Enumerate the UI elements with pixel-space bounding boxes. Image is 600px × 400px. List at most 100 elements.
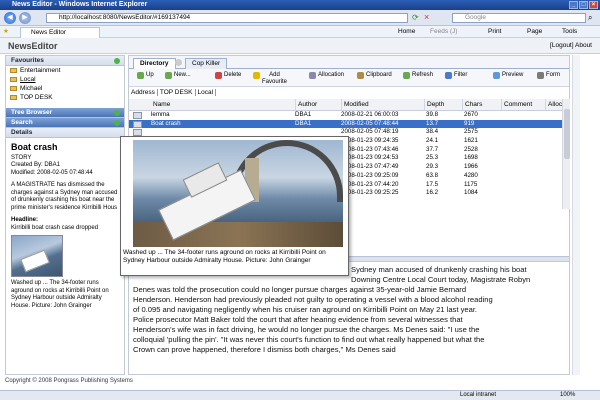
browser-tab-label: News Editor <box>31 29 67 36</box>
cell-modified: 2008-01-23 09:25:09 <box>341 171 399 179</box>
browser-tab[interactable]: News Editor <box>20 27 100 38</box>
favourite-item[interactable]: Michael <box>6 84 124 93</box>
story-line: colloquial 'pulling the pin'. "It was ne… <box>133 335 485 344</box>
add-favourite-button[interactable]: Add Favourite <box>253 72 287 85</box>
col-author[interactable]: Author <box>295 99 317 111</box>
up-button[interactable]: Up <box>137 72 154 79</box>
table-row[interactable]: lemma DBA1 2008-02-21 06:00:03 39.8 2670 <box>129 111 562 120</box>
zoom-level[interactable]: 100% <box>560 391 575 400</box>
expand-icon[interactable] <box>114 110 120 116</box>
cell-chars: 2670 <box>464 111 478 118</box>
favourite-item[interactable]: TOP DESK <box>6 93 124 102</box>
breadcrumb-local[interactable]: Local <box>197 89 217 96</box>
page-scrollbar[interactable] <box>572 55 580 375</box>
address-bar: ◀ ▶ http://localhost:8080/NewsEditor/#16… <box>0 10 600 26</box>
search-icon[interactable]: ⌕ <box>588 13 592 23</box>
forward-icon[interactable]: ▶ <box>19 12 31 24</box>
cell-depth: 13.7 <box>426 119 439 127</box>
about-link[interactable]: About <box>575 42 592 49</box>
filter-button[interactable]: Filter <box>445 72 467 79</box>
tab-close-icon[interactable] <box>175 59 182 66</box>
new-icon <box>165 72 172 79</box>
breadcrumb: Address TOP DESK Local <box>131 89 218 96</box>
cell-chars: 1084 <box>464 189 478 197</box>
cell-chars: 2528 <box>464 145 478 153</box>
filter-label: Filter <box>454 72 468 78</box>
favourite-label: Local <box>20 76 36 83</box>
tab-cop-killer[interactable]: Cop Killer <box>185 58 228 69</box>
star-icon <box>253 72 260 79</box>
feeds-command[interactable]: Feeds (J) <box>430 26 457 38</box>
table-scrollbar[interactable] <box>562 99 570 209</box>
col-name[interactable]: Name <box>151 99 170 111</box>
cell-chars: 1621 <box>464 137 478 145</box>
story-line: Henderson's wife was in fact driving, he… <box>133 325 480 334</box>
allocation-icon <box>309 72 316 79</box>
folder-icon <box>10 77 17 82</box>
format-icon <box>537 72 544 79</box>
photo-thumbnail[interactable] <box>11 235 63 277</box>
col-comment[interactable]: Comment <box>501 99 532 111</box>
close-icon[interactable]: × <box>589 1 598 9</box>
print-command[interactable]: Print <box>488 26 501 38</box>
app-header: NewsEditor [Logout] About <box>0 38 600 54</box>
cell-modified: 2008-02-05 07:48:19 <box>341 128 399 136</box>
cell-depth: 38.4 <box>426 128 439 136</box>
search-input[interactable]: Google <box>452 13 586 23</box>
col-depth[interactable]: Depth <box>424 99 444 111</box>
delete-button[interactable]: Delete <box>215 72 241 79</box>
url-input[interactable]: http://localhost:8080/NewsEditor/#169137… <box>46 13 408 23</box>
photo-preview-popup: Washed up ... The 34-footer runs aground… <box>120 136 349 276</box>
new-label: New... <box>174 72 191 78</box>
col-modified[interactable]: Modified <box>341 99 369 111</box>
details-label: Details <box>11 129 33 136</box>
tools-command[interactable]: Tools <box>562 26 577 38</box>
favourites-header[interactable]: Favourites <box>6 56 124 66</box>
home-command[interactable]: Home <box>398 26 415 38</box>
preview-label: Preview <box>502 72 524 78</box>
breadcrumb-top-desk[interactable]: TOP DESK <box>159 89 196 96</box>
folder-icon <box>10 86 17 91</box>
favorites-star-icon[interactable]: ★ <box>3 26 9 38</box>
cell-modified: 2008-02-21 06:00:03 <box>341 111 399 118</box>
logout-link[interactable]: [Logout] <box>550 42 574 49</box>
tree-browser-header[interactable]: Tree Browser <box>6 108 124 118</box>
filter-icon <box>445 72 452 79</box>
favourite-item[interactable]: Entertainment <box>6 66 124 75</box>
search-header[interactable]: Search <box>6 118 124 128</box>
stop-icon[interactable]: × <box>424 12 429 22</box>
cell-chars: 1698 <box>464 154 478 162</box>
new-button[interactable]: New... <box>165 72 191 79</box>
cell-chars: 919 <box>464 119 475 127</box>
page-command[interactable]: Page <box>527 26 542 38</box>
favourite-item[interactable]: Local <box>6 75 124 84</box>
up-icon <box>137 72 144 79</box>
copyright-footer: Copyright © 2008 Pongrass Publishing Sys… <box>5 378 133 384</box>
format-button[interactable]: Form <box>537 72 560 79</box>
cell-chars: 4280 <box>464 171 478 179</box>
details-header[interactable]: Details <box>6 128 124 138</box>
maximize-icon[interactable]: □ <box>579 1 588 9</box>
allocation-button[interactable]: Allocation <box>309 72 344 79</box>
sidebar: Favourites Entertainment Local Michael TOP … <box>5 55 125 375</box>
favourite-label: Michael <box>20 85 43 92</box>
refresh-icon <box>403 72 410 79</box>
refresh-button[interactable]: Refresh <box>403 72 433 79</box>
expand-icon[interactable] <box>114 120 120 126</box>
story-line: Downing Centre Local Court today, Magist… <box>351 275 531 284</box>
col-alloc[interactable]: Alloc <box>545 99 562 111</box>
favourite-label: TOP DESK <box>20 94 53 101</box>
scrollbar-thumb[interactable] <box>564 109 570 159</box>
refresh-icon[interactable]: ⟳ <box>412 13 419 22</box>
minimize-icon[interactable]: _ <box>569 1 578 9</box>
favourites-label: Favourites <box>11 57 44 64</box>
preview-button[interactable]: Preview <box>493 72 523 79</box>
table-row[interactable]: Boat crash DBA1 2008-02-05 07:48:44 13.7 919 <box>129 119 562 129</box>
col-chars[interactable]: Chars <box>462 99 482 111</box>
story-text-area[interactable]: Sydney man accused of drunkenly crashing… <box>131 265 567 371</box>
back-icon[interactable]: ◀ <box>4 12 16 24</box>
clipboard-button[interactable]: Clipboard <box>357 72 392 79</box>
window-title-bar: News Editor - Windows Internet Explorer … <box>0 0 600 10</box>
cell-modified: 2008-01-23 09:25:25 <box>341 189 399 197</box>
collapse-icon[interactable] <box>114 58 120 64</box>
